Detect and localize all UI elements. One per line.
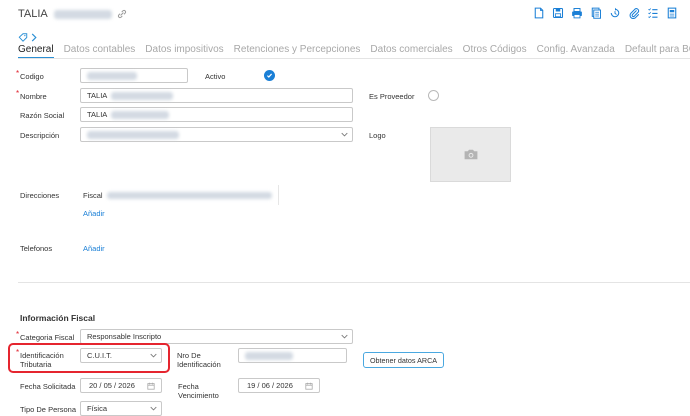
nombre-label: Nombre <box>16 89 47 101</box>
descripcion-label: Descripción <box>20 131 60 140</box>
add-telefono-link[interactable]: Añadir <box>83 244 105 253</box>
bookmark-icon[interactable] <box>665 6 678 19</box>
print-icon[interactable] <box>570 6 583 19</box>
tab-datos-impositivos[interactable]: Datos impositivos <box>145 44 223 59</box>
nro-identificacion-redacted <box>245 351 293 360</box>
tab-bar: General Datos contables Datos impositivo… <box>18 44 690 59</box>
fecha-vencimiento-input[interactable]: 19 / 06 / 2026 <box>238 378 320 393</box>
fecha-solicitada-value: 20 / 05 / 2026 <box>89 381 135 390</box>
activo-checkbox[interactable] <box>264 70 275 81</box>
tab-general[interactable]: General <box>18 44 54 59</box>
history-icon[interactable] <box>608 6 621 19</box>
add-direccion-link[interactable]: Añadir <box>83 209 105 218</box>
telefonos-label: Telefonos <box>20 244 53 253</box>
chevron-right-icon <box>31 33 37 42</box>
codigo-input[interactable] <box>80 68 188 83</box>
nro-label-line1: Nro De <box>177 351 201 360</box>
list-icon[interactable] <box>646 6 659 19</box>
record-title: TALIA <box>18 8 128 20</box>
identificacion-highlight <box>8 343 170 373</box>
nro-identificacion-label: Nro De Identificación <box>177 351 221 369</box>
tab-datos-contables[interactable]: Datos contables <box>64 44 136 59</box>
record-title-redacted <box>53 9 112 19</box>
proveedor-toggle[interactable] <box>428 90 439 101</box>
record-title-text: TALIA <box>18 8 48 20</box>
link-icon[interactable] <box>116 8 128 20</box>
copy-icon[interactable] <box>589 6 602 19</box>
tipo-persona-value: Física <box>87 404 108 413</box>
nro-identificacion-input[interactable] <box>238 348 347 363</box>
fecha-venc-label-line1: Fecha <box>178 382 199 391</box>
direccion-redacted <box>106 192 272 199</box>
categoria-fiscal-label: Categoria Fiscal <box>16 330 74 342</box>
tag-icon <box>18 33 28 42</box>
fiscal-section-title: Información Fiscal <box>20 313 96 323</box>
fecha-solicitada-input[interactable]: 20 / 05 / 2026 <box>80 378 162 393</box>
section-divider <box>18 282 690 283</box>
toolbar <box>532 6 678 19</box>
chevron-down-icon <box>341 334 348 339</box>
chevron-down-icon <box>150 406 157 411</box>
breadcrumb[interactable] <box>18 33 37 42</box>
razon-social-redacted <box>111 110 170 119</box>
categoria-fiscal-select[interactable]: Responsable Inscripto <box>80 329 353 344</box>
logo-upload[interactable] <box>430 127 511 182</box>
codigo-label: Codigo <box>16 69 44 81</box>
logo-label: Logo <box>369 131 386 140</box>
tab-retenciones[interactable]: Retenciones y Percepciones <box>234 44 361 59</box>
save-icon[interactable] <box>551 6 564 19</box>
nombre-value: TALIA <box>87 91 108 100</box>
fecha-vencimiento-value: 19 / 06 / 2026 <box>247 381 293 390</box>
tab-datos-comerciales[interactable]: Datos comerciales <box>370 44 452 59</box>
new-document-icon[interactable] <box>532 6 545 19</box>
activo-label: Activo <box>205 72 226 81</box>
nombre-redacted <box>111 91 174 100</box>
chevron-down-icon <box>341 132 348 137</box>
camera-icon <box>464 149 477 160</box>
razon-social-label: Razón Social <box>20 111 65 120</box>
direccion-item[interactable]: Fiscal <box>83 191 272 200</box>
fecha-vencimiento-label: Fecha Vencimiento <box>178 382 219 400</box>
fecha-solicitada-label: Fecha Solicitada <box>20 382 76 391</box>
categoria-fiscal-value: Responsable Inscripto <box>87 332 162 341</box>
codigo-redacted <box>87 71 137 80</box>
tabs-divider <box>18 58 690 59</box>
check-icon <box>266 73 273 78</box>
tab-config-avanzada[interactable]: Config. Avanzada <box>537 44 615 59</box>
tipo-persona-select[interactable]: Física <box>80 401 162 416</box>
razon-social-input[interactable]: TALIA <box>80 107 353 122</box>
tab-default-bot[interactable]: Default para BOT <box>625 44 690 59</box>
descripcion-select[interactable] <box>80 127 353 142</box>
attachment-icon[interactable] <box>627 6 640 19</box>
obtener-arca-button[interactable]: Obtener datos ARCA <box>363 352 444 368</box>
descripcion-redacted <box>87 130 179 139</box>
nro-label-line2: Identificación <box>177 360 221 369</box>
calendar-icon[interactable] <box>147 382 155 390</box>
nombre-input[interactable]: TALIA <box>80 88 353 103</box>
fecha-venc-label-line2: Vencimiento <box>178 391 219 400</box>
proveedor-label: Es Proveedor <box>369 92 415 101</box>
tipo-persona-label: Tipo De Persona <box>20 405 77 414</box>
direccion-prefix: Fiscal <box>83 191 103 200</box>
razon-social-value: TALIA <box>87 110 108 119</box>
tab-otros-codigos[interactable]: Otros Códigos <box>463 44 527 59</box>
address-divider <box>278 185 279 205</box>
calendar-icon[interactable] <box>305 382 313 390</box>
direcciones-label: Direcciones <box>20 191 60 200</box>
